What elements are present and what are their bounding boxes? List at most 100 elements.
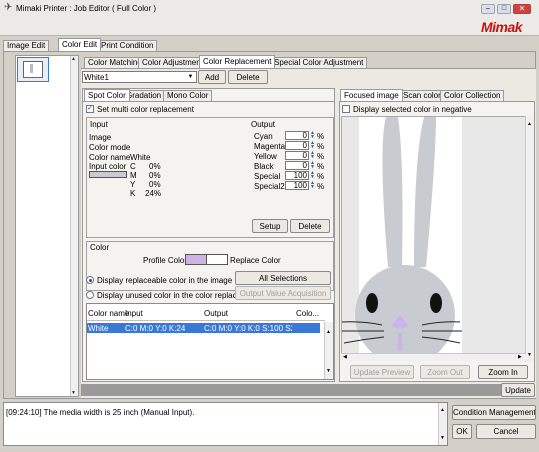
output-yellow-stepper[interactable]: ▲ ▼ (309, 151, 316, 160)
display-unused-label: Display unused color in the color replac… (97, 291, 244, 300)
output-special2-field[interactable]: 100 (285, 181, 309, 190)
col-header-output[interactable]: Output (204, 309, 228, 318)
channel-m-key: M (130, 171, 137, 180)
chevron-down-icon: ▼ (187, 74, 194, 80)
replace-color-label: Replace Color (230, 256, 281, 265)
minimize-button[interactable]: – (481, 4, 495, 14)
output-special2-label: Special2 (254, 182, 285, 191)
output-black-unit: % (317, 162, 325, 171)
maximize-button[interactable]: □ (497, 4, 511, 14)
output-magenta-stepper[interactable]: ▲ ▼ (309, 141, 316, 150)
channel-k-value: 24% (145, 189, 162, 198)
channel-k-key: K (130, 189, 136, 198)
setup-button[interactable]: Setup (252, 219, 288, 233)
col-header-name[interactable]: Color name (88, 309, 129, 318)
all-selections-button[interactable]: All Selections (235, 271, 331, 285)
log-scrollbar[interactable]: ▲ ▼ (438, 403, 447, 445)
input-color-label: Input color (89, 162, 127, 171)
title-bar: ✈ Mimaki Printer : Job Editor ( Full Col… (0, 0, 539, 36)
color-select-value: White1 (84, 73, 109, 82)
tab-scan-color[interactable]: Scan color (399, 90, 445, 101)
col-header-color[interactable]: Colo... (296, 309, 319, 318)
profile-color-label: Profile Color (143, 256, 188, 265)
replace-color-swatch[interactable] (206, 254, 228, 265)
table-header-divider (87, 320, 325, 321)
image-label: Image (89, 133, 112, 142)
channel-y-key: Y (130, 180, 136, 189)
profile-color-swatch (185, 254, 207, 265)
output-cyan-stepper[interactable]: ▲ ▼ (309, 131, 316, 140)
cancel-button[interactable]: Cancel (476, 424, 536, 439)
table-row[interactable]: White C:0 M:0 Y:0 K:24 C:0 M:0 Y:0 K:0 S… (87, 323, 320, 333)
tab-color-matching[interactable]: Color Matching (84, 57, 146, 68)
color-heading: Color (90, 243, 110, 252)
output-cyan-label: Cyan (254, 132, 273, 141)
thumbnail-scrollbar[interactable]: ▲ ▼ (70, 56, 78, 396)
output-special-stepper[interactable]: ▲ ▼ (309, 171, 316, 180)
output-magenta-field[interactable]: 0 (285, 141, 309, 150)
table-cell-name: White (88, 324, 109, 333)
color-name-label: Color name (89, 153, 131, 162)
log-area: [09:24:10] The media width is 25 inch (M… (3, 402, 448, 446)
color-select[interactable]: White1 ▼ (82, 71, 197, 83)
output-black-stepper[interactable]: ▲ ▼ (309, 161, 316, 170)
delete-button[interactable]: Delete (228, 70, 268, 84)
rabbit-image (342, 117, 527, 360)
output-yellow-unit: % (317, 152, 325, 161)
multi-replace-checkbox[interactable]: ✓ (86, 105, 94, 113)
tab-focused-image[interactable]: Focused image (340, 89, 403, 101)
zoom-in-button[interactable]: Zoom In (478, 365, 528, 379)
output-magenta-label: Magenta (254, 142, 286, 151)
tab-image-edit[interactable]: Image Edit (3, 40, 50, 51)
output-special-label: Special (254, 172, 281, 181)
output-special2-stepper[interactable]: ▲ ▼ (309, 181, 316, 190)
update-button[interactable]: Update (501, 383, 535, 397)
delete-output-button[interactable]: Delete (290, 219, 330, 233)
preview-vscroll[interactable]: ▲ ▼ (525, 116, 534, 362)
radio-display-unused[interactable] (86, 291, 94, 299)
tab-spot-color[interactable]: Spot Color (84, 89, 130, 101)
output-cyan-unit: % (317, 132, 325, 141)
output-magenta-unit: % (317, 142, 325, 151)
output-cyan-field[interactable]: 0 (285, 131, 309, 140)
table-cell-input: C:0 M:0 Y:0 K:24 (125, 324, 186, 333)
ok-button[interactable]: OK (452, 424, 472, 439)
brand-logo: Mimak (481, 19, 523, 35)
channel-m-value: 0% (149, 171, 161, 180)
input-color-swatch (89, 171, 127, 178)
output-special-unit: % (317, 172, 325, 181)
tab-mono-color[interactable]: Mono Color (163, 90, 213, 101)
zoom-out-button[interactable]: Zoom Out (420, 365, 470, 379)
col-header-input[interactable]: Input (125, 309, 143, 318)
output-yellow-label: Yellow (254, 152, 277, 161)
output-special-field[interactable]: 100 (285, 171, 309, 180)
add-button[interactable]: Add (198, 70, 226, 84)
channel-y-value: 0% (149, 180, 161, 189)
thumbnail-item[interactable] (17, 57, 49, 82)
table-scrollbar[interactable]: ▲ ▼ (324, 322, 333, 379)
window-title: Mimaki Printer : Job Editor ( Full Color… (16, 4, 157, 13)
channel-c-key: C (130, 162, 136, 171)
tab-color-collection[interactable]: Color Collection (440, 90, 505, 101)
tab-color-replacement[interactable]: Color Replacement (199, 55, 276, 68)
tab-print-condition[interactable]: Print Condition (97, 40, 158, 51)
output-value-acquisition-button[interactable]: Output Value Acquisition (235, 286, 331, 300)
display-replaceable-label: Display replaceable color in the image (97, 276, 233, 285)
tab-color-adjustment[interactable]: Color Adjustment (138, 57, 207, 68)
tab-special-color-adjustment[interactable]: Special Color Adjustment (270, 57, 368, 68)
output-black-field[interactable]: 0 (285, 161, 309, 170)
preview-hscroll[interactable]: ◀ ▶ (341, 353, 526, 361)
output-yellow-field[interactable]: 0 (285, 151, 309, 160)
tab-color-edit[interactable]: Color Edit (58, 38, 102, 51)
multi-replace-label: Set multi color replacement (97, 105, 194, 114)
condition-management-button[interactable]: Condition Management (452, 405, 536, 420)
output-heading: Output (251, 120, 276, 129)
radio-display-replaceable[interactable] (86, 276, 94, 284)
negative-checkbox[interactable] (342, 105, 350, 113)
table-cell-output: C:0 M:0 Y:0 K:0 S:100 S2.... (204, 324, 292, 333)
color-mode-label: Color mode (89, 143, 131, 152)
app-icon: ✈ (4, 2, 13, 13)
update-preview-button[interactable]: Update Preview (350, 365, 414, 379)
close-button[interactable]: ✕ (513, 4, 531, 14)
negative-label: Display selected color in negative (353, 105, 472, 114)
